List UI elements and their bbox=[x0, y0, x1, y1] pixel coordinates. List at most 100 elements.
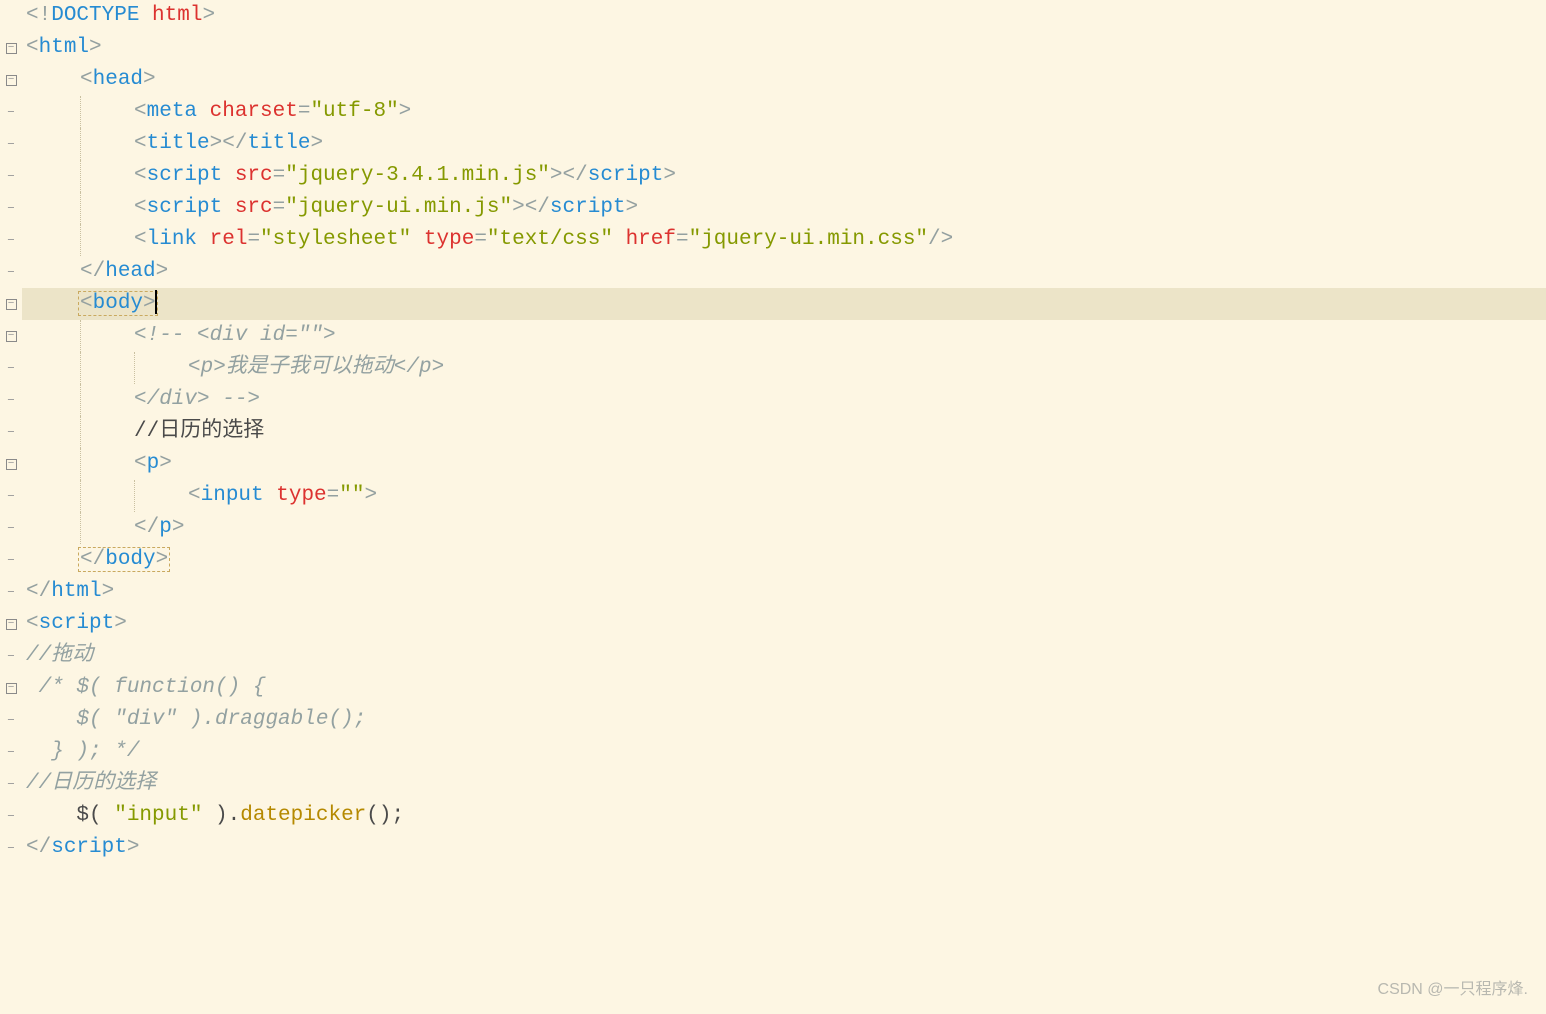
fold-line-icon[interactable]: – bbox=[0, 384, 22, 416]
fold-line-icon[interactable]: – bbox=[0, 416, 22, 448]
code-line[interactable]: <meta charset="utf-8"> bbox=[22, 96, 1546, 128]
code-token: input bbox=[201, 484, 277, 507]
fold-toggle-icon[interactable]: − bbox=[0, 288, 22, 320]
code-line[interactable]: </body> bbox=[22, 544, 1546, 576]
fold-gutter[interactable]: −−––––––−−–––−––––−–−––––– bbox=[0, 0, 22, 1014]
code-line[interactable]: <script> bbox=[22, 608, 1546, 640]
code-line[interactable]: <!-- <div id=""> bbox=[22, 320, 1546, 352]
fold-toggle-icon[interactable]: − bbox=[0, 320, 22, 352]
code-token: > bbox=[114, 612, 127, 635]
code-editor: −−––––––−−–––−––––−–−––––– <!DOCTYPE htm… bbox=[0, 0, 1546, 1014]
code-token: (); bbox=[366, 804, 404, 827]
code-token: < bbox=[134, 100, 147, 123]
fold-line-icon[interactable]: – bbox=[0, 192, 22, 224]
fold-line-icon[interactable]: – bbox=[0, 352, 22, 384]
code-line[interactable]: <input type=""> bbox=[22, 480, 1546, 512]
fold-line-icon[interactable]: – bbox=[0, 768, 22, 800]
code-token: < bbox=[188, 484, 201, 507]
code-token: ). bbox=[202, 804, 240, 827]
code-line[interactable]: $( "div" ).draggable(); bbox=[22, 704, 1546, 736]
code-line[interactable]: </script> bbox=[22, 832, 1546, 864]
code-token: script bbox=[51, 836, 127, 859]
code-token: html bbox=[51, 580, 101, 603]
code-token: > bbox=[159, 452, 172, 475]
code-line[interactable]: <p> bbox=[22, 448, 1546, 480]
code-line[interactable]: </div> --> bbox=[22, 384, 1546, 416]
fold-line-icon[interactable]: – bbox=[0, 736, 22, 768]
code-line[interactable]: <script src="jquery-3.4.1.min.js"></scri… bbox=[22, 160, 1546, 192]
code-token: html bbox=[39, 36, 89, 59]
fold-line-icon[interactable]: – bbox=[0, 224, 22, 256]
fold-toggle-icon[interactable]: − bbox=[0, 32, 22, 64]
code-token: meta bbox=[147, 100, 210, 123]
code-area[interactable]: <!DOCTYPE html><html><head><meta charset… bbox=[22, 0, 1546, 1014]
code-line[interactable]: /* $( function() { bbox=[22, 672, 1546, 704]
code-line[interactable]: <body> bbox=[22, 288, 1546, 320]
code-token: < bbox=[80, 68, 93, 91]
code-token: $( "div" ).draggable(); bbox=[26, 708, 366, 731]
code-token: p bbox=[159, 516, 172, 539]
code-token: > bbox=[399, 100, 412, 123]
code-token: > bbox=[626, 196, 639, 219]
indent-guide bbox=[80, 160, 81, 192]
fold-line-icon[interactable]: – bbox=[0, 160, 22, 192]
code-token: script bbox=[147, 196, 235, 219]
code-token: > bbox=[127, 836, 140, 859]
code-token: ></ bbox=[550, 164, 588, 187]
fold-toggle-icon[interactable]: − bbox=[0, 64, 22, 96]
fold-toggle-icon[interactable]: − bbox=[0, 672, 22, 704]
code-token: /> bbox=[928, 228, 953, 251]
fold-line-icon[interactable]: – bbox=[0, 512, 22, 544]
code-token: < bbox=[134, 452, 147, 475]
fold-line-icon[interactable]: – bbox=[0, 832, 22, 864]
code-token: //日历的选择 bbox=[26, 772, 156, 795]
tag-highlight-box: </body> bbox=[78, 547, 170, 572]
code-line[interactable]: <html> bbox=[22, 32, 1546, 64]
fold-line-icon[interactable]: – bbox=[0, 640, 22, 672]
code-token: body bbox=[93, 292, 143, 315]
fold-line-icon[interactable]: – bbox=[0, 544, 22, 576]
code-token: DOCTYPE bbox=[51, 4, 152, 27]
code-token: </div> --> bbox=[134, 388, 260, 411]
code-token: = bbox=[676, 228, 689, 251]
indent-guide bbox=[80, 416, 81, 448]
code-token: <! bbox=[26, 4, 51, 27]
code-token: script bbox=[39, 612, 115, 635]
fold-line-icon[interactable]: – bbox=[0, 128, 22, 160]
code-token: > bbox=[364, 484, 377, 507]
code-token: "text/css" bbox=[487, 228, 613, 251]
code-line[interactable]: <title></title> bbox=[22, 128, 1546, 160]
code-token: ></ bbox=[512, 196, 550, 219]
code-line[interactable]: } ); */ bbox=[22, 736, 1546, 768]
fold-toggle-icon[interactable]: − bbox=[0, 448, 22, 480]
code-line[interactable]: //日历的选择 bbox=[22, 416, 1546, 448]
code-line[interactable]: </html> bbox=[22, 576, 1546, 608]
code-token: < bbox=[26, 612, 39, 635]
code-token: < bbox=[80, 292, 93, 315]
code-line[interactable]: <!DOCTYPE html> bbox=[22, 0, 1546, 32]
fold-line-icon[interactable]: – bbox=[0, 576, 22, 608]
indent-guide bbox=[80, 320, 81, 352]
fold-line-icon[interactable]: – bbox=[0, 256, 22, 288]
fold-line-icon[interactable]: – bbox=[0, 800, 22, 832]
fold-toggle-icon[interactable]: − bbox=[0, 608, 22, 640]
code-token: = bbox=[474, 228, 487, 251]
code-token: > bbox=[143, 68, 156, 91]
code-line[interactable]: $( "input" ).datepicker(); bbox=[22, 800, 1546, 832]
code-line[interactable]: <link rel="stylesheet" type="text/css" h… bbox=[22, 224, 1546, 256]
code-line[interactable]: <p>我是子我可以拖动</p> bbox=[22, 352, 1546, 384]
code-token: </ bbox=[134, 516, 159, 539]
code-token: script bbox=[550, 196, 626, 219]
fold-line-icon[interactable]: – bbox=[0, 96, 22, 128]
code-line[interactable]: </head> bbox=[22, 256, 1546, 288]
code-line[interactable]: //日历的选择 bbox=[22, 768, 1546, 800]
code-token: < bbox=[134, 196, 147, 219]
code-line[interactable]: </p> bbox=[22, 512, 1546, 544]
code-line[interactable]: <script src="jquery-ui.min.js"></script> bbox=[22, 192, 1546, 224]
fold-line-icon[interactable]: – bbox=[0, 704, 22, 736]
code-line[interactable]: <head> bbox=[22, 64, 1546, 96]
fold-line-icon[interactable]: – bbox=[0, 480, 22, 512]
code-token: head bbox=[105, 260, 155, 283]
code-token: </ bbox=[80, 548, 105, 571]
code-line[interactable]: //拖动 bbox=[22, 640, 1546, 672]
